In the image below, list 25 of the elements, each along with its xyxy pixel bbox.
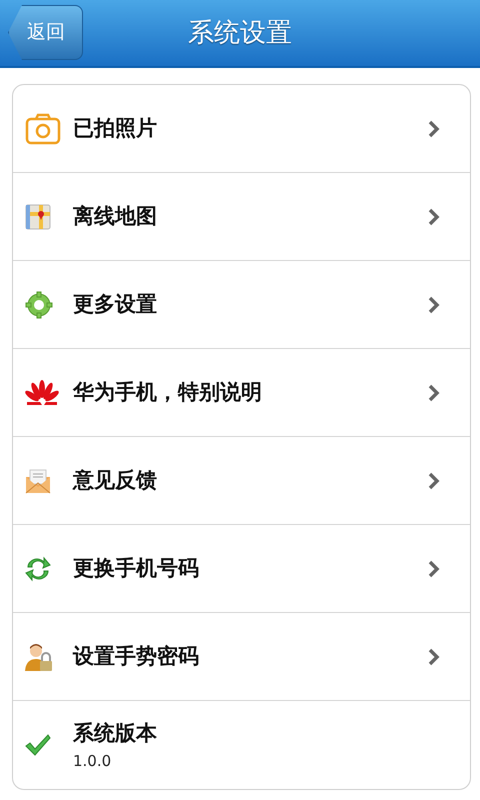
checkmark-icon (25, 733, 51, 757)
page-title: 系统设置 (188, 16, 292, 50)
chevron-icon (428, 296, 440, 314)
petals-icon (25, 380, 59, 406)
camera-icon (25, 112, 61, 144)
map-icon (25, 204, 51, 230)
chevron-icon (428, 120, 440, 138)
chevron-icon (428, 560, 440, 578)
settings-row[interactable]: 华为手机，特别说明 (13, 349, 470, 437)
chevron-icon (428, 208, 440, 226)
settings-row[interactable]: 设置手势密码 (13, 613, 470, 701)
settings-row[interactable]: 意见反馈 (13, 437, 470, 525)
chevron-icon (428, 384, 440, 402)
settings-row[interactable]: 更换手机号码 (13, 525, 470, 613)
gear-icon (25, 290, 53, 318)
user-lock-icon (25, 642, 53, 672)
settings-row[interactable]: 离线地图 (13, 173, 470, 261)
chevron-icon (428, 648, 440, 666)
settings-row[interactable]: 更多设置 (13, 261, 470, 349)
settings-row[interactable]: 已拍照片 (13, 85, 470, 173)
envelope-icon (25, 468, 51, 494)
refresh-icon (25, 556, 51, 582)
chevron-icon (428, 472, 440, 490)
row-label: 系统版本 (73, 720, 157, 747)
version-number: 1.0.0 (73, 750, 112, 772)
